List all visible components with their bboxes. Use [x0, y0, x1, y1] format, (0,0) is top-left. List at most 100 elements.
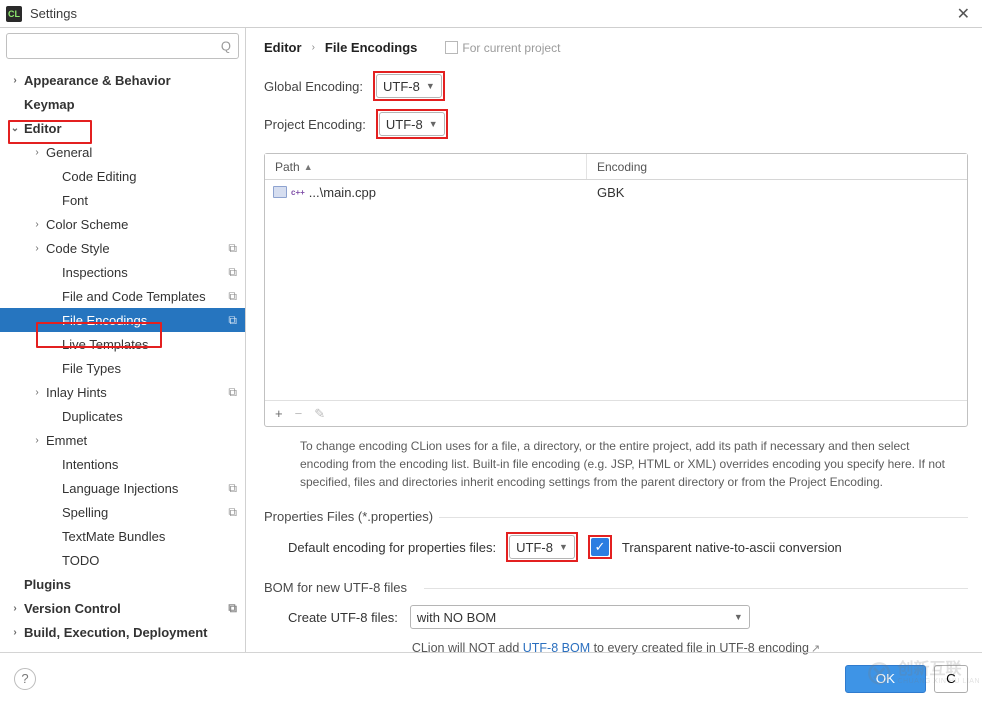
- sidebar-item-label: Intentions: [62, 457, 118, 472]
- sidebar-item-label: File Types: [62, 361, 121, 376]
- copy-icon: ⧉: [228, 265, 237, 280]
- sidebar-item-file-and-code-templates[interactable]: File and Code Templates ⧉: [0, 284, 245, 308]
- sidebar-item-general[interactable]: ›General: [0, 140, 245, 164]
- sidebar-item-label: Editor: [24, 121, 62, 136]
- sidebar-item-label: Color Scheme: [46, 217, 128, 232]
- search-icon: Q: [221, 39, 231, 54]
- caret-down-icon: ▼: [429, 119, 438, 129]
- sidebar-item-inlay-hints[interactable]: ›Inlay Hints⧉: [0, 380, 245, 404]
- chevron-right-icon: ›: [30, 435, 44, 446]
- sidebar-item-color-scheme[interactable]: ›Color Scheme: [0, 212, 245, 236]
- caret-down-icon: ▼: [734, 612, 743, 622]
- bom-combo[interactable]: with NO BOM ▼: [410, 605, 750, 629]
- sidebar-item-label: Inlay Hints: [46, 385, 107, 400]
- sidebar-item-spelling[interactable]: Spelling ⧉: [0, 500, 245, 524]
- global-encoding-combo[interactable]: UTF-8 ▼: [376, 74, 442, 98]
- search-input[interactable]: [6, 33, 239, 59]
- footer: ? OK C: [0, 652, 982, 704]
- sidebar-item-duplicates[interactable]: Duplicates: [0, 404, 245, 428]
- sidebar-item-emmet[interactable]: ›Emmet: [0, 428, 245, 452]
- chevron-right-icon: ›: [8, 627, 22, 638]
- sidebar-item-todo[interactable]: TODO: [0, 548, 245, 572]
- sidebar-item-label: Keymap: [24, 97, 75, 112]
- copy-icon: ⧉: [228, 505, 237, 520]
- props-default-enc-label: Default encoding for properties files:: [288, 540, 496, 555]
- chevron-right-icon: ›: [312, 42, 315, 53]
- ok-button[interactable]: OK: [845, 665, 926, 693]
- sidebar: Q ›Appearance & BehaviorKeymap⌄Editor›Ge…: [0, 28, 246, 652]
- col-encoding[interactable]: Encoding: [587, 154, 967, 179]
- file-path: ...\main.cpp: [309, 185, 376, 200]
- highlight-transparent-checkbox: ✓: [588, 535, 612, 559]
- sidebar-item-plugins[interactable]: Plugins: [0, 572, 245, 596]
- bom-section-title: BOM for new UTF-8 files: [264, 580, 968, 595]
- sidebar-item-label: Plugins: [24, 577, 71, 592]
- copy-icon: ⧉: [228, 289, 237, 304]
- chevron-right-icon: ›: [8, 75, 22, 86]
- sidebar-item-keymap[interactable]: Keymap: [0, 92, 245, 116]
- sidebar-item-label: Live Templates: [62, 337, 148, 352]
- highlight-global-encoding: UTF-8 ▼: [373, 71, 445, 101]
- edit-icon[interactable]: ✎: [314, 406, 325, 422]
- sort-asc-icon: ▲: [304, 162, 313, 172]
- chevron-right-icon: ›: [30, 147, 44, 158]
- copy-icon: ⧉: [228, 385, 237, 400]
- col-path[interactable]: Path ▲: [265, 154, 587, 179]
- sidebar-item-label: Inspections: [62, 265, 128, 280]
- sidebar-item-textmate-bundles[interactable]: TextMate Bundles: [0, 524, 245, 548]
- sidebar-item-code-style[interactable]: ›Code Style⧉: [0, 236, 245, 260]
- sidebar-item-code-editing[interactable]: Code Editing: [0, 164, 245, 188]
- chevron-right-icon: ›: [30, 219, 44, 230]
- chevron-right-icon: ›: [8, 603, 22, 614]
- project-encoding-label: Project Encoding:: [264, 117, 366, 132]
- table-row[interactable]: c++...\main.cppGBK: [265, 180, 967, 204]
- sidebar-item-version-control[interactable]: ›Version Control⧉: [0, 596, 245, 620]
- global-encoding-value: UTF-8: [383, 79, 420, 94]
- sidebar-item-label: Code Editing: [62, 169, 136, 184]
- sidebar-item-editor[interactable]: ⌄Editor: [0, 116, 245, 140]
- sidebar-item-label: TODO: [62, 553, 99, 568]
- sidebar-item-language-injections[interactable]: Language Injections⧉: [0, 476, 245, 500]
- app-icon: CL: [6, 6, 22, 22]
- sidebar-item-file-types[interactable]: File Types: [0, 356, 245, 380]
- help-icon[interactable]: ?: [14, 668, 36, 690]
- sidebar-item-build-execution-deployment[interactable]: ›Build, Execution, Deployment: [0, 620, 245, 644]
- props-encoding-combo[interactable]: UTF-8 ▼: [509, 535, 575, 559]
- sidebar-item-label: Spelling: [62, 505, 108, 520]
- bom-create-label: Create UTF-8 files:: [288, 610, 398, 625]
- sidebar-item-font[interactable]: Font: [0, 188, 245, 212]
- properties-section-title: Properties Files (*.properties): [264, 509, 968, 524]
- scope-label: For current project: [445, 41, 560, 55]
- sidebar-item-intentions[interactable]: Intentions: [0, 452, 245, 476]
- transparent-ascii-checkbox[interactable]: ✓: [591, 538, 609, 556]
- add-icon[interactable]: +: [275, 406, 283, 421]
- sidebar-item-label: Duplicates: [62, 409, 123, 424]
- cpp-badge: c++: [291, 188, 305, 197]
- sidebar-item-label: Emmet: [46, 433, 87, 448]
- sidebar-item-live-templates[interactable]: Live Templates: [0, 332, 245, 356]
- crumb-file-encodings: File Encodings: [325, 40, 417, 55]
- close-icon[interactable]: ✕: [951, 4, 976, 24]
- sidebar-item-file-encodings[interactable]: File Encodings⧉: [0, 308, 245, 332]
- cancel-button[interactable]: C: [934, 665, 968, 693]
- sidebar-item-inspections[interactable]: Inspections ⧉: [0, 260, 245, 284]
- chevron-right-icon: ›: [30, 243, 44, 254]
- sidebar-item-label: Language Injections: [62, 481, 178, 496]
- sidebar-item-label: Code Style: [46, 241, 110, 256]
- bom-value: with NO BOM: [417, 610, 496, 625]
- breadcrumb: Editor › File Encodings For current proj…: [264, 40, 968, 55]
- sidebar-item-label: File and Code Templates: [62, 289, 206, 304]
- remove-icon[interactable]: −: [295, 406, 303, 421]
- crumb-editor[interactable]: Editor: [264, 40, 302, 55]
- project-encoding-combo[interactable]: UTF-8 ▼: [379, 112, 445, 136]
- caret-down-icon: ▼: [426, 81, 435, 91]
- sidebar-item-label: Font: [62, 193, 88, 208]
- transparent-ascii-label: Transparent native-to-ascii conversion: [622, 540, 842, 555]
- caret-down-icon: ▼: [559, 542, 568, 552]
- highlight-project-encoding: UTF-8 ▼: [376, 109, 448, 139]
- chevron-down-icon: ⌄: [8, 123, 22, 134]
- sidebar-item-appearance-behavior[interactable]: ›Appearance & Behavior: [0, 68, 245, 92]
- encoding-table: Path ▲ Encoding c++...\main.cppGBK + − ✎: [264, 153, 968, 427]
- sidebar-item-label: Appearance & Behavior: [24, 73, 171, 88]
- description-text: To change encoding CLion uses for a file…: [264, 427, 968, 499]
